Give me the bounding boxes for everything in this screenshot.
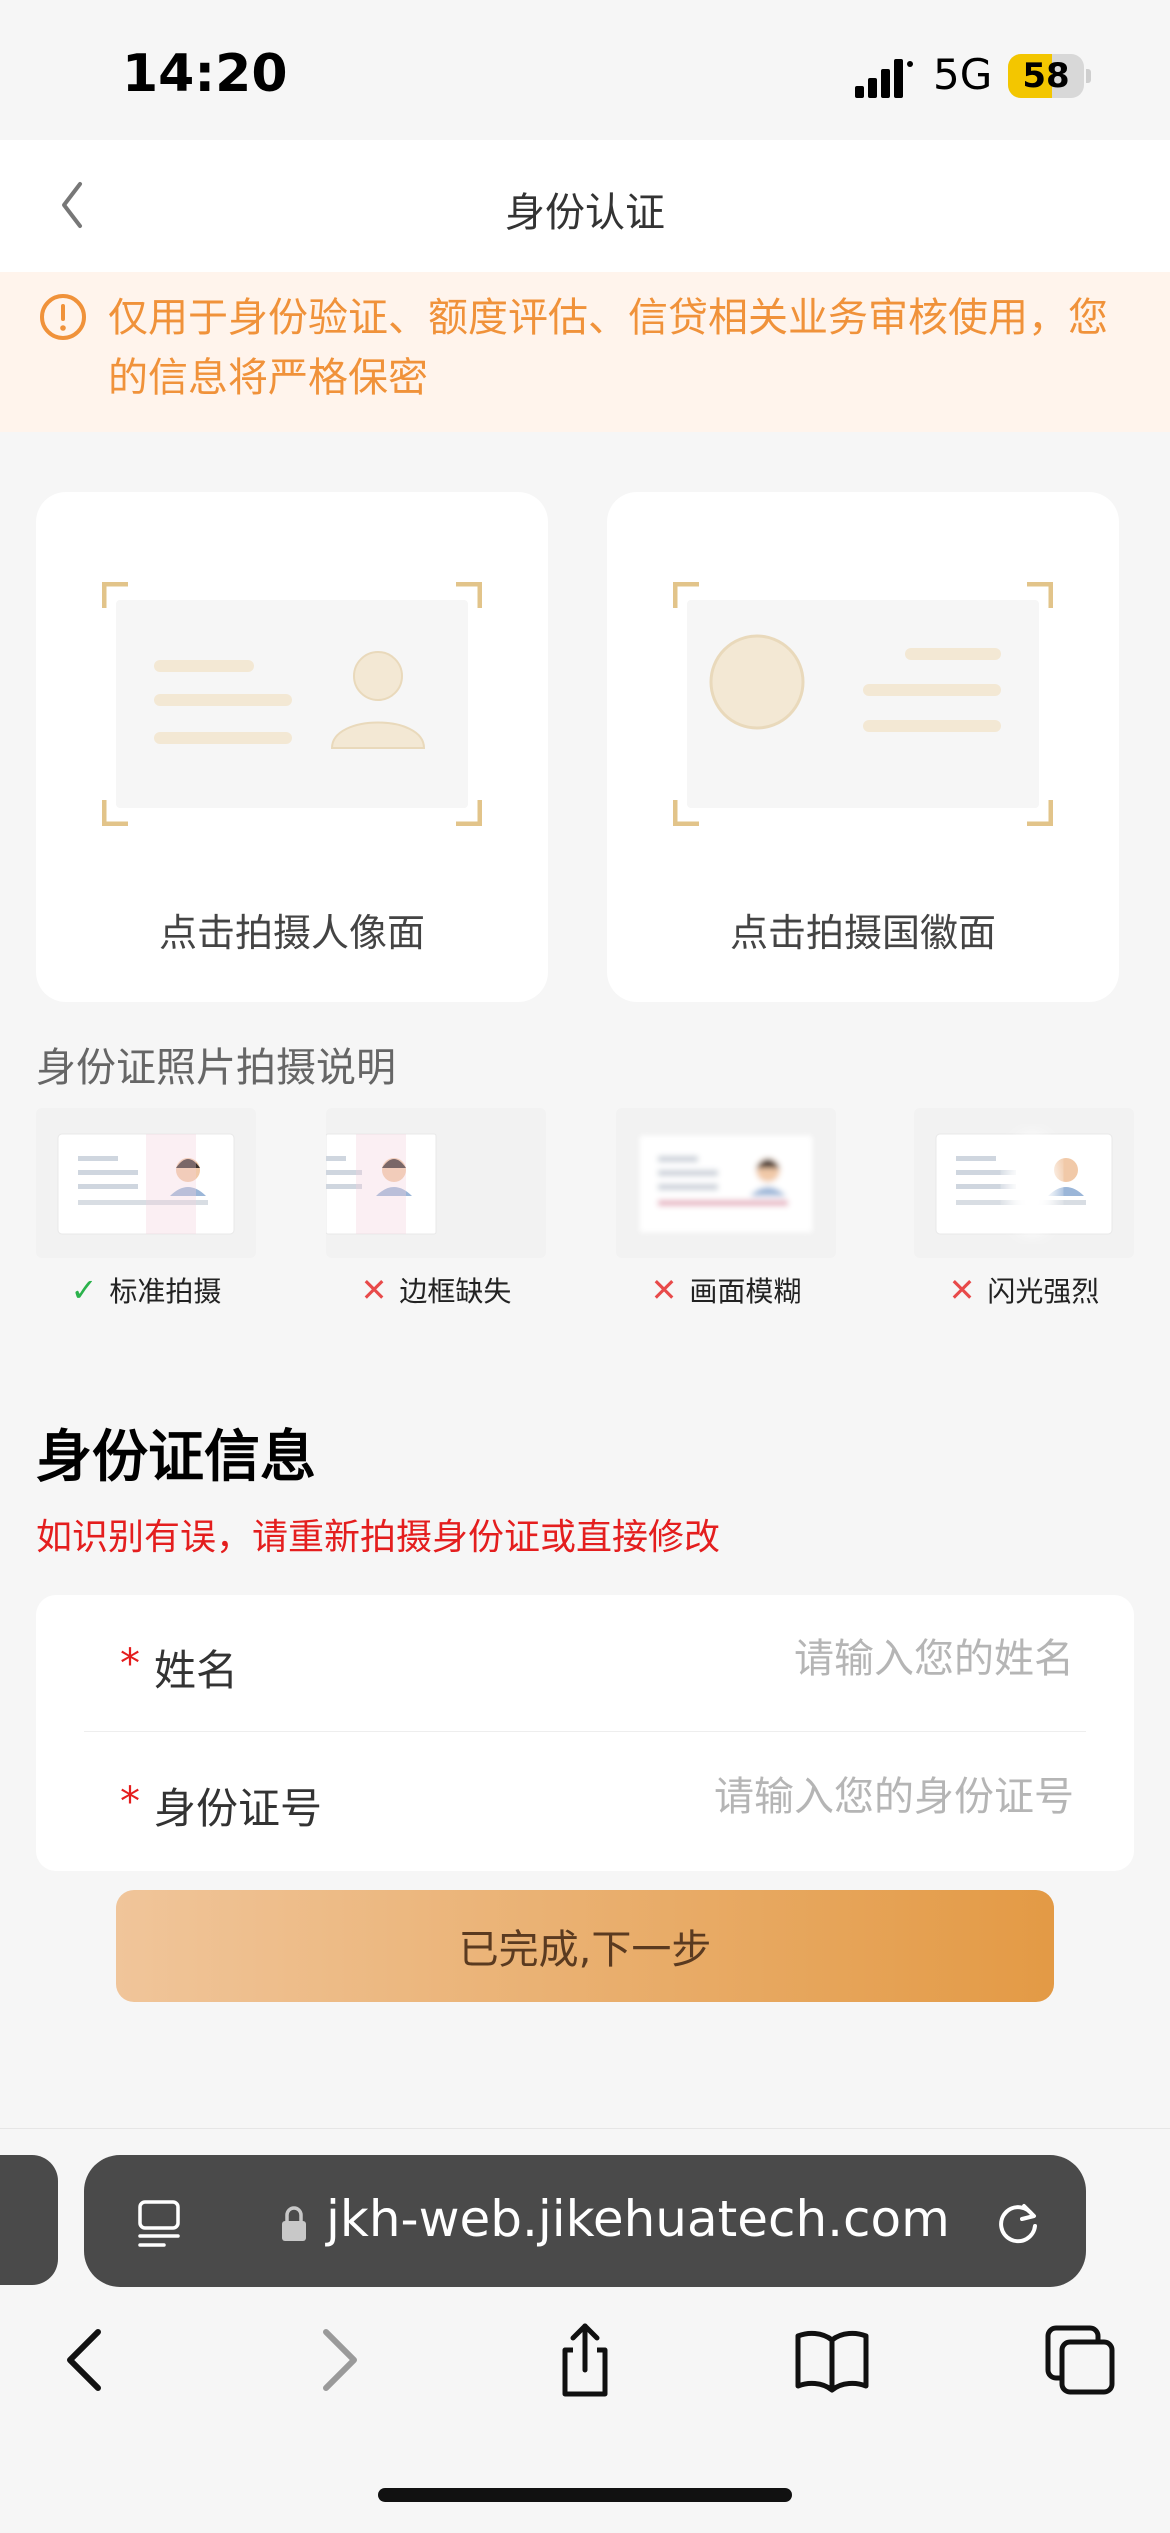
id-emblem-side-icon — [673, 582, 1053, 826]
previous-tab-peek[interactable] — [0, 2155, 58, 2285]
id-info-title: 身份证信息 — [36, 1425, 316, 1490]
capture-portrait-side-button[interactable]: 点击拍摄人像面 — [36, 492, 548, 1002]
reload-icon[interactable] — [990, 2194, 1046, 2250]
id-info-hint: 如识别有误，请重新拍摄身份证或直接修改 — [36, 1517, 721, 1558]
cross-icon: ✕ — [948, 1271, 976, 1309]
id-sample-icon — [57, 1133, 235, 1235]
page-menu-icon[interactable] — [134, 2196, 184, 2252]
id-sample-icon — [637, 1133, 815, 1235]
id-number-input[interactable] — [512, 1773, 1076, 1821]
tabs-icon[interactable] — [1040, 2320, 1120, 2400]
url-text[interactable]: jkh-web.jikehuatech.com — [326, 2190, 950, 2248]
capture-emblem-label: 点击拍摄国徽面 — [729, 911, 996, 955]
id-portrait-side-icon — [102, 582, 482, 826]
guide-sample-glare — [914, 1108, 1134, 1258]
id-number-label: 身份证号 — [154, 1784, 323, 1833]
guide-sample-missing-border — [326, 1108, 546, 1258]
guide-label-blurry: 画面模糊 — [689, 1275, 802, 1308]
battery-percent: 58 — [1022, 56, 1070, 96]
check-icon: ✓ — [70, 1271, 98, 1309]
back-icon[interactable] — [46, 2320, 126, 2400]
status-time: 14:20 — [122, 44, 288, 104]
capture-emblem-side-button[interactable]: 点击拍摄国徽面 — [607, 492, 1119, 1002]
id-info-form: * 姓名 * 身份证号 — [36, 1595, 1134, 1871]
guide-label-missing-border: 边框缺失 — [399, 1275, 512, 1308]
forward-icon[interactable] — [298, 2320, 378, 2400]
guide-sample-blurry — [616, 1108, 836, 1258]
id-number-row: * 身份证号 — [84, 1733, 1086, 1869]
required-mark: * — [120, 1779, 140, 1825]
lock-icon — [282, 2206, 306, 2241]
guide-item-glare: ✕ 闪光强烈 — [914, 1108, 1134, 1310]
guide-item-blurry: ✕ 画面模糊 — [616, 1108, 836, 1310]
guide-label-glare: 闪光强烈 — [987, 1275, 1100, 1308]
bookmarks-icon[interactable] — [792, 2320, 872, 2400]
id-sample-icon — [935, 1133, 1113, 1235]
guide-item-standard: ✓ 标准拍摄 — [36, 1108, 256, 1310]
photo-guide-title: 身份证照片拍摄说明 — [36, 1045, 396, 1091]
battery-icon: 58 — [1008, 54, 1092, 98]
cross-icon: ✕ — [650, 1271, 678, 1309]
required-mark: * — [120, 1641, 140, 1687]
guide-item-missing-border: ✕ 边框缺失 — [326, 1108, 546, 1310]
guide-label-standard: 标准拍摄 — [109, 1275, 222, 1308]
guide-sample-standard — [36, 1108, 256, 1258]
id-sample-icon — [326, 1133, 437, 1235]
notice-text: 仅用于身份验证、额度评估、信贷相关业务审核使用，您的信息将严格保密 — [108, 295, 1108, 401]
name-row: * 姓名 — [84, 1595, 1086, 1732]
share-icon[interactable] — [545, 2320, 625, 2400]
capture-portrait-label: 点击拍摄人像面 — [158, 911, 425, 955]
network-type: 5G — [933, 50, 993, 99]
name-input[interactable] — [512, 1635, 1076, 1683]
cross-icon: ✕ — [360, 1271, 388, 1309]
home-indicator — [378, 2488, 792, 2502]
warning-circle-icon — [40, 294, 86, 340]
cellular-signal-icon — [855, 59, 913, 98]
name-label: 姓名 — [154, 1646, 239, 1695]
next-step-button[interactable]: 已完成,下一步 — [116, 1890, 1054, 2002]
page-title: 身份认证 — [505, 190, 665, 236]
